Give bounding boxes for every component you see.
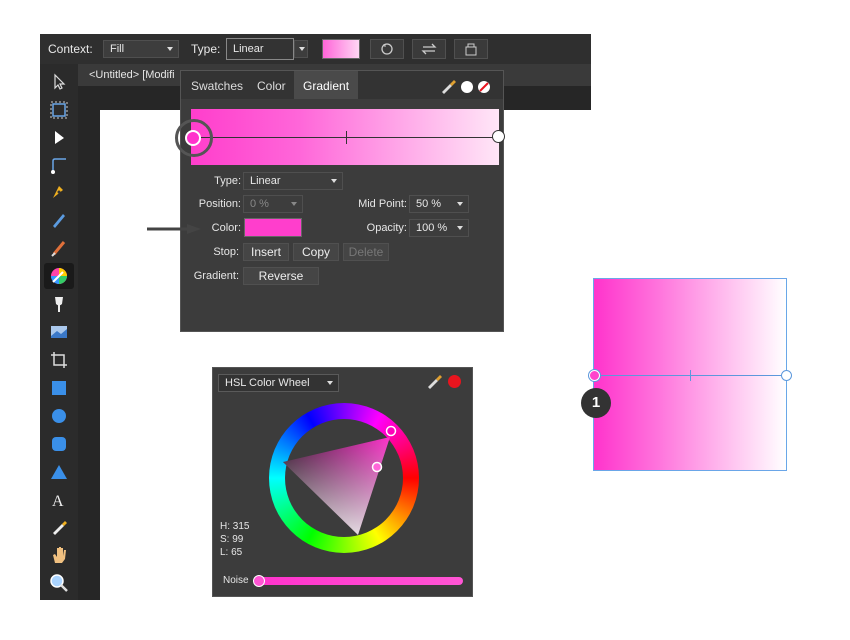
opacity-value: 100 % — [416, 222, 448, 234]
rectangle-tool-icon[interactable] — [49, 378, 69, 398]
transparency-tool-icon[interactable] — [49, 294, 69, 314]
hand-tool-icon[interactable] — [49, 545, 69, 565]
document-canvas-edge — [78, 110, 100, 600]
gradient-panel: Swatches Color Gradient Type: Linear Pos… — [175, 70, 505, 332]
type-dropdown[interactable]: Linear — [226, 38, 294, 60]
chevron-down-icon — [331, 179, 337, 183]
tab-swatches[interactable]: Swatches — [191, 79, 243, 93]
current-color-swatch[interactable] — [448, 375, 461, 388]
tab-gradient[interactable]: Gradient — [294, 71, 359, 99]
swap-arrows-icon — [421, 43, 437, 55]
fill-tool-icon[interactable] — [49, 266, 69, 286]
chevron-down-icon — [327, 381, 333, 385]
pointer-arrow-icon — [147, 224, 201, 234]
svg-text:A: A — [52, 493, 64, 510]
midpoint-value: 50 % — [416, 198, 442, 210]
triangle-tool-icon[interactable] — [49, 462, 69, 482]
eyedropper-icon[interactable] — [440, 78, 458, 94]
gradient-type-value: Linear — [250, 175, 281, 187]
rotate-icon — [381, 43, 393, 55]
reverse-button[interactable]: Reverse — [243, 267, 319, 285]
copy-stop-button[interactable]: Copy — [293, 243, 339, 261]
rotate-gradient-button[interactable] — [370, 39, 404, 59]
sl-handle[interactable] — [371, 461, 383, 473]
gradient-end-handle[interactable] — [781, 370, 792, 381]
pencil-tool-icon[interactable] — [49, 210, 69, 230]
color-wheel-panel: HSL Color Wheel H: 315 S: 99 L: 65 Noise — [212, 367, 473, 597]
context-toolbar: Context: Fill Type: Linear — [40, 34, 591, 64]
gradient-stop-start[interactable] — [185, 130, 201, 146]
zoom-tool-icon[interactable] — [49, 573, 69, 593]
gradient-label: Gradient: — [193, 270, 239, 282]
type-value: Linear — [233, 43, 264, 55]
text-tool-icon[interactable]: A — [49, 490, 69, 510]
stop-label: Stop: — [213, 246, 239, 258]
delete-stop-button[interactable]: Delete — [343, 243, 389, 261]
insert-stop-button[interactable]: Insert — [243, 243, 289, 261]
type-label: Type: — [191, 42, 221, 56]
hue-readout: H: 315 — [220, 521, 250, 532]
node-tool-icon[interactable] — [49, 128, 69, 148]
white-swatch-icon[interactable] — [461, 81, 473, 93]
rounded-rectangle-tool-icon[interactable] — [49, 434, 69, 454]
saturation-lightness-triangle[interactable] — [269, 403, 419, 553]
saturation-readout: S: 99 — [220, 534, 244, 545]
midpoint-field[interactable]: 50 % — [409, 195, 469, 213]
panel-tabs: Swatches Color Gradient — [181, 71, 503, 99]
noise-slider-handle[interactable] — [253, 575, 265, 587]
artboard-tool-icon[interactable] — [49, 100, 69, 120]
lock-icon — [465, 43, 477, 56]
gradient-midpoint-marker[interactable] — [690, 370, 691, 381]
corner-tool-icon[interactable] — [49, 155, 69, 175]
color-mode-value: HSL Color Wheel — [225, 377, 310, 389]
chevron-down-icon — [167, 47, 173, 51]
noise-label: Noise — [223, 575, 249, 586]
document-tab-title[interactable]: <Untitled> [Modifi — [89, 69, 175, 81]
noise-slider[interactable] — [257, 577, 463, 585]
opacity-field[interactable]: 100 % — [409, 219, 469, 237]
type-dropdown-arrow[interactable] — [294, 40, 308, 58]
lock-gradient-button[interactable] — [454, 39, 488, 59]
no-fill-icon[interactable] — [477, 80, 491, 94]
color-mode-dropdown[interactable]: HSL Color Wheel — [218, 374, 339, 392]
gradient-type-dropdown[interactable]: Linear — [243, 172, 343, 190]
color-picker-tool-icon[interactable] — [49, 517, 69, 537]
crop-tool-icon[interactable] — [49, 350, 69, 370]
eyedropper-icon[interactable] — [426, 373, 444, 389]
gradient-stop-end[interactable] — [492, 130, 505, 143]
position-field[interactable]: 0 % — [243, 195, 303, 213]
lightness-readout: L: 65 — [220, 547, 243, 558]
midpoint-label: Mid Point: — [358, 198, 407, 210]
pen-tool-icon[interactable] — [49, 182, 69, 202]
tab-color[interactable]: Color — [257, 79, 286, 93]
context-label: Context: — [48, 42, 93, 56]
move-tool-icon[interactable] — [49, 72, 69, 92]
gradient-midpoint-tick[interactable] — [346, 131, 347, 144]
tools-panel: A — [40, 64, 78, 600]
chevron-down-icon — [457, 202, 463, 206]
chevron-down-icon — [291, 202, 297, 206]
position-label: Position: — [198, 198, 241, 210]
brush-tool-icon[interactable] — [49, 238, 69, 258]
ellipse-tool-icon[interactable] — [49, 406, 69, 426]
hue-handle[interactable] — [385, 425, 397, 437]
context-dropdown[interactable]: Fill — [103, 40, 179, 58]
position-value: 0 % — [250, 198, 269, 210]
place-image-icon[interactable] — [49, 322, 69, 342]
gradient-start-handle[interactable] — [589, 370, 600, 381]
chevron-down-icon — [299, 47, 305, 51]
fill-swatch[interactable] — [322, 39, 360, 59]
reverse-gradient-button[interactable] — [412, 39, 446, 59]
chevron-down-icon — [457, 226, 463, 230]
stop-color-swatch[interactable] — [244, 218, 302, 237]
step-number-badge: 1 — [581, 388, 611, 418]
opacity-label: Opacity: — [366, 222, 407, 234]
type-label: Type: — [214, 175, 241, 187]
context-value: Fill — [110, 43, 125, 55]
